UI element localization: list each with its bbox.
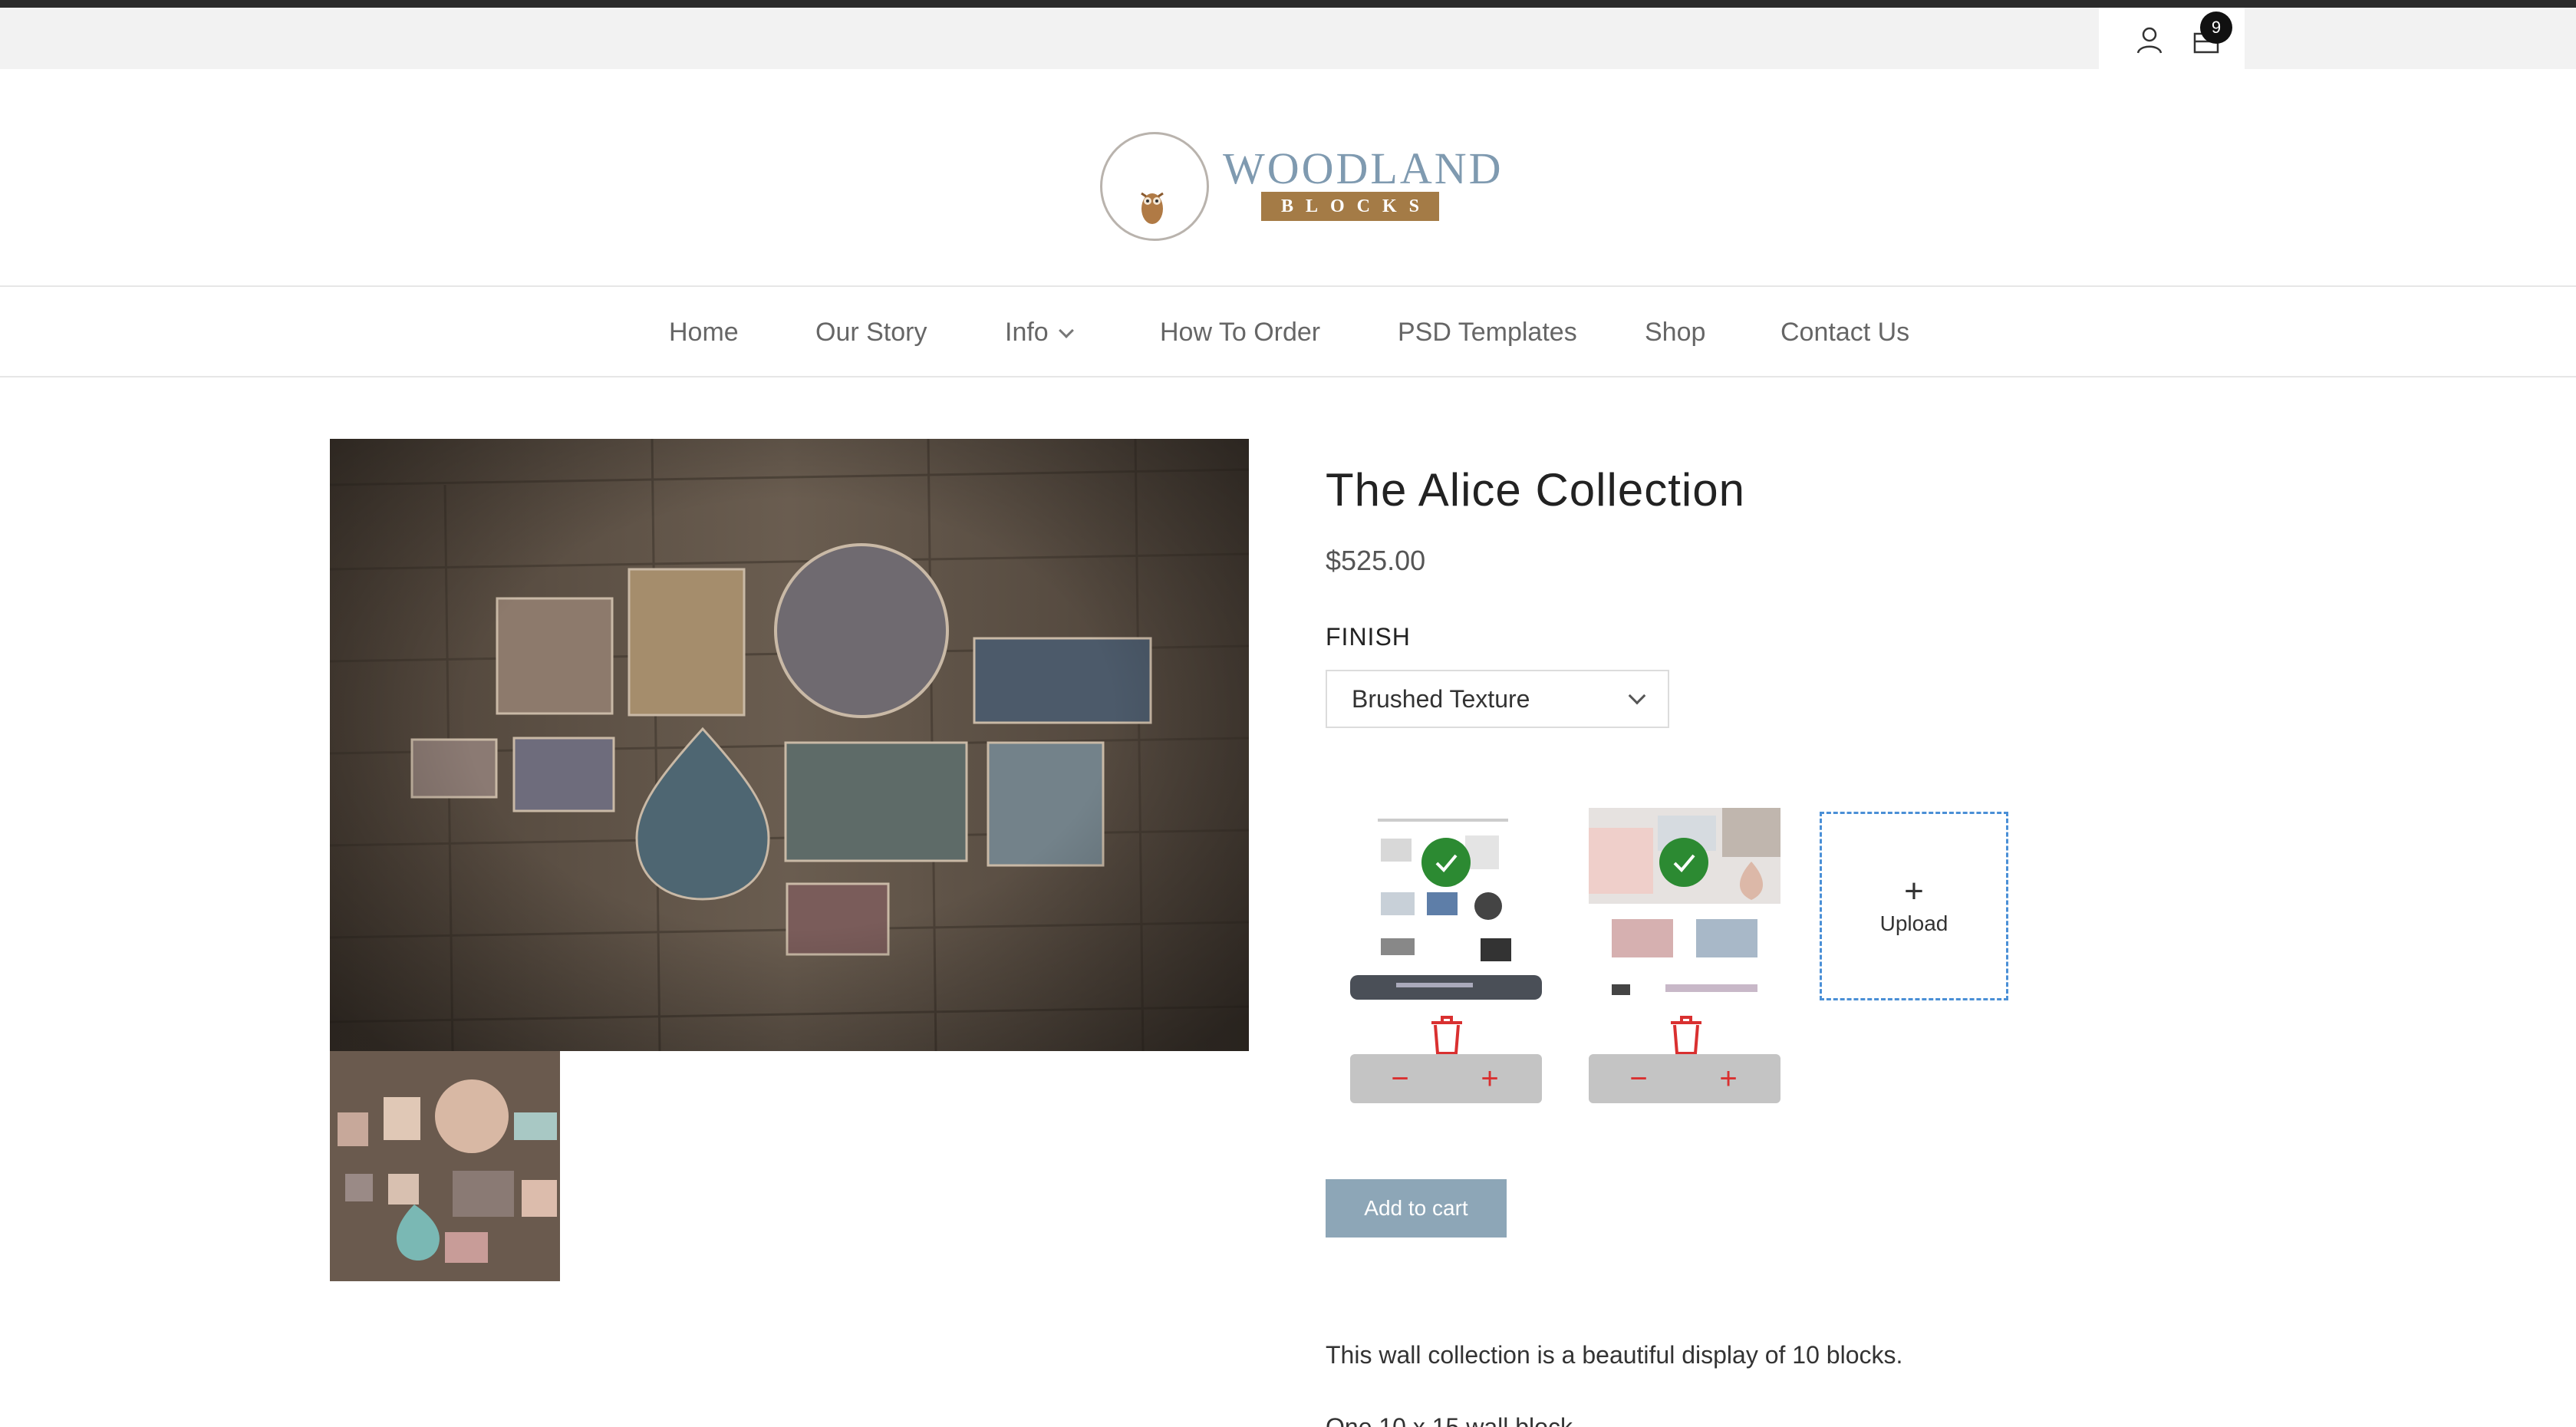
finish-select[interactable]: Brushed Texture xyxy=(1326,670,1669,728)
decrease-button[interactable]: − xyxy=(1616,1054,1662,1103)
selected-check-icon xyxy=(1421,838,1471,887)
increase-button[interactable]: + xyxy=(1467,1054,1513,1103)
nav-how-to-order[interactable]: How To Order xyxy=(1160,318,1320,348)
logo-wordmark: WOODLAND xyxy=(1223,143,1504,193)
uploaded-image-2[interactable] xyxy=(1589,808,1780,1000)
owl-icon xyxy=(1141,192,1164,224)
chevron-down-icon xyxy=(1628,687,1646,705)
top-border xyxy=(0,0,2576,8)
product-main-image[interactable] xyxy=(330,439,1249,1051)
upload-button[interactable]: + Upload xyxy=(1820,812,2008,1000)
selected-check-icon xyxy=(1659,838,1708,887)
product-title: The Alice Collection xyxy=(1326,464,1745,516)
nav-psd-templates[interactable]: PSD Templates xyxy=(1398,318,1577,348)
cart-count-badge: 9 xyxy=(2200,12,2232,44)
upload-label: Upload xyxy=(1879,911,1948,935)
nav-our-story[interactable]: Our Story xyxy=(815,318,927,348)
finish-selected-value: Brushed Texture xyxy=(1352,685,1530,713)
nav-home[interactable]: Home xyxy=(669,318,739,348)
add-to-cart-button[interactable]: Add to cart xyxy=(1326,1179,1507,1238)
main-nav: Home Our Story Info How To Order PSD Tem… xyxy=(0,285,2576,377)
product-description-line-2: One 10 x 15 wall block xyxy=(1326,1413,1573,1427)
quantity-stepper-1: − + xyxy=(1350,1054,1542,1103)
plus-icon: + xyxy=(1904,872,1924,910)
finish-label: FINISH xyxy=(1326,623,1411,651)
nav-info-label: Info xyxy=(1005,318,1049,347)
trash-icon[interactable] xyxy=(1668,1013,1705,1056)
account-icon[interactable] xyxy=(2131,21,2168,58)
quantity-stepper-2: − + xyxy=(1589,1054,1780,1103)
product-price: $525.00 xyxy=(1326,545,1426,576)
nav-info[interactable]: Info xyxy=(1005,318,1074,348)
product-description: This wall collection is a beautiful disp… xyxy=(1326,1341,1903,1369)
product-thumbnail[interactable] xyxy=(330,1051,560,1281)
chevron-down-icon xyxy=(1058,323,1074,338)
decrease-button[interactable]: − xyxy=(1377,1054,1423,1103)
nav-contact-us[interactable]: Contact Us xyxy=(1780,318,1909,348)
increase-button[interactable]: + xyxy=(1705,1054,1751,1103)
uploaded-image-1[interactable] xyxy=(1350,808,1542,1000)
logo-subtitle: BLOCKS xyxy=(1261,192,1439,221)
trash-icon[interactable] xyxy=(1428,1013,1465,1056)
site-logo[interactable]: WOODLAND BLOCKS xyxy=(1097,129,1501,244)
nav-shop[interactable]: Shop xyxy=(1645,318,1705,348)
